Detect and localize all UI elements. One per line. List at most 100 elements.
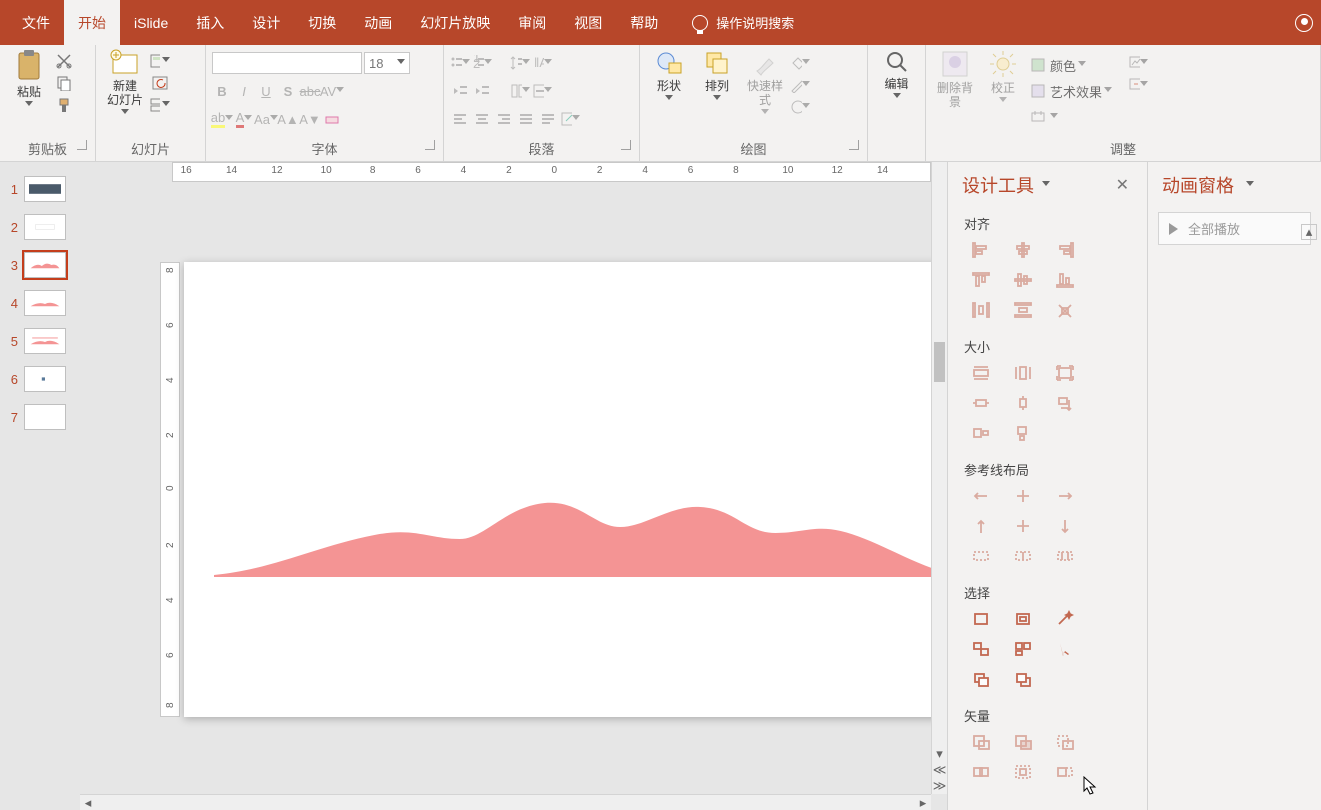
guide-left-icon[interactable] bbox=[962, 483, 1000, 509]
art-effects-button[interactable] bbox=[1028, 81, 1048, 101]
scroll-left-icon[interactable]: ◂ bbox=[80, 795, 96, 810]
bold-button[interactable]: B bbox=[212, 81, 232, 101]
shadow-button[interactable]: S bbox=[278, 81, 298, 101]
dialog-launcher-icon[interactable] bbox=[621, 140, 631, 150]
dialog-launcher-icon[interactable] bbox=[425, 140, 435, 150]
account-button[interactable] bbox=[1295, 0, 1313, 45]
slide-thumbnail-3[interactable] bbox=[24, 252, 66, 278]
vertical-scrollbar[interactable]: ▾ ≪ ≫ bbox=[931, 162, 947, 794]
font-color-button[interactable]: A bbox=[234, 109, 254, 129]
guide-grid3-icon[interactable] bbox=[1046, 543, 1084, 569]
reset-picture-button[interactable] bbox=[1128, 75, 1148, 95]
align-center-button[interactable] bbox=[472, 109, 492, 129]
paste-button[interactable]: 粘贴 bbox=[6, 47, 52, 111]
tab-islide[interactable]: iSlide bbox=[120, 0, 182, 45]
scale-h-icon[interactable] bbox=[1004, 420, 1042, 446]
align-middle-icon[interactable] bbox=[1004, 267, 1042, 293]
highlight-button[interactable]: ab bbox=[212, 109, 232, 129]
scroll-up-icon[interactable]: ▴ bbox=[1301, 224, 1317, 240]
remove-bg-button[interactable]: 删除背景 bbox=[932, 47, 978, 111]
tab-review[interactable]: 审阅 bbox=[504, 0, 560, 45]
guide-center-icon[interactable] bbox=[1004, 483, 1042, 509]
prev-slide-icon[interactable]: ≪ bbox=[932, 762, 947, 778]
scroll-down-icon[interactable]: ▾ bbox=[932, 746, 947, 762]
mountain-shape[interactable] bbox=[214, 497, 947, 577]
compress-button[interactable] bbox=[1028, 107, 1048, 127]
select-back-icon[interactable] bbox=[1004, 666, 1042, 692]
align-text-button[interactable] bbox=[532, 81, 552, 101]
shape-effects-button[interactable] bbox=[790, 97, 810, 117]
justify-button[interactable] bbox=[516, 109, 536, 129]
line-spacing-button[interactable] bbox=[510, 53, 530, 73]
align-left-button[interactable] bbox=[450, 109, 470, 129]
arrange-button[interactable]: 排列 bbox=[694, 47, 740, 105]
find-button[interactable]: 编辑 bbox=[874, 47, 919, 103]
font-name-combo[interactable] bbox=[212, 52, 362, 74]
slide-thumbnail-5[interactable] bbox=[24, 328, 66, 354]
decrease-indent-button[interactable] bbox=[450, 81, 470, 101]
vector-fragment-icon[interactable] bbox=[1004, 759, 1042, 785]
tab-animation[interactable]: 动画 bbox=[350, 0, 406, 45]
vector-edit-icon[interactable] bbox=[1046, 759, 1084, 785]
guide-top-icon[interactable] bbox=[962, 513, 1000, 539]
smartart-button[interactable] bbox=[560, 109, 580, 129]
change-picture-button[interactable] bbox=[1128, 53, 1148, 73]
slide-thumbnail-pane[interactable]: 1 2 3 4 5 6 7 bbox=[0, 162, 80, 810]
same-height-icon[interactable] bbox=[1004, 360, 1042, 386]
play-all-button[interactable]: 全部播放 bbox=[1158, 212, 1311, 245]
tab-design[interactable]: 设计 bbox=[238, 0, 294, 45]
vector-subtract-icon[interactable] bbox=[1046, 729, 1084, 755]
tab-insert[interactable]: 插入 bbox=[182, 0, 238, 45]
slide-thumbnail-7[interactable] bbox=[24, 404, 66, 430]
close-icon[interactable]: ✕ bbox=[1112, 175, 1133, 195]
guide-middle-icon[interactable] bbox=[1004, 513, 1042, 539]
shapes-button[interactable]: 形状 bbox=[646, 47, 692, 105]
bullets-button[interactable] bbox=[450, 53, 470, 73]
columns-button[interactable] bbox=[510, 81, 530, 101]
distribute-h-icon[interactable] bbox=[962, 297, 1000, 323]
tab-home[interactable]: 开始 bbox=[64, 0, 120, 45]
guide-right-icon[interactable] bbox=[1046, 483, 1084, 509]
new-slide-button[interactable]: 新建 幻灯片 bbox=[102, 47, 148, 119]
slide-thumbnail-2[interactable] bbox=[24, 214, 66, 240]
distribute-v-icon[interactable] bbox=[1004, 297, 1042, 323]
tab-transition[interactable]: 切换 bbox=[294, 0, 350, 45]
select-group-icon[interactable] bbox=[962, 636, 1000, 662]
text-direction-button[interactable]: ‖A bbox=[532, 53, 552, 73]
next-slide-icon[interactable]: ≫ bbox=[932, 778, 947, 794]
swap-size-icon[interactable] bbox=[1046, 390, 1084, 416]
same-width-icon[interactable] bbox=[962, 360, 1000, 386]
increase-indent-button[interactable] bbox=[472, 81, 492, 101]
select-similar-icon[interactable] bbox=[1004, 636, 1042, 662]
cut-button[interactable] bbox=[54, 51, 74, 71]
align-top-icon[interactable] bbox=[962, 267, 1000, 293]
scrollbar-thumb[interactable] bbox=[934, 342, 945, 382]
guide-grid1-icon[interactable] bbox=[962, 543, 1000, 569]
select-magic-icon[interactable] bbox=[1046, 606, 1084, 632]
select-front-icon[interactable] bbox=[962, 666, 1000, 692]
select-crop-icon[interactable] bbox=[1004, 606, 1042, 632]
corrections-button[interactable]: 校正 bbox=[980, 47, 1026, 107]
underline-button[interactable]: U bbox=[256, 81, 276, 101]
dialog-launcher-icon[interactable] bbox=[849, 140, 859, 150]
tab-view[interactable]: 视图 bbox=[560, 0, 616, 45]
vector-intersect-icon[interactable] bbox=[1004, 729, 1042, 755]
width-to-icon[interactable] bbox=[962, 390, 1000, 416]
change-case-button[interactable]: Aa bbox=[256, 109, 276, 129]
slide-thumbnail-6[interactable] bbox=[24, 366, 66, 392]
slide-thumbnail-1[interactable] bbox=[24, 176, 66, 202]
shape-outline-button[interactable] bbox=[790, 75, 810, 95]
shrink-font-button[interactable]: A▼ bbox=[300, 109, 320, 129]
distribute-button[interactable] bbox=[538, 109, 558, 129]
chevron-down-icon[interactable] bbox=[1042, 181, 1050, 189]
vector-combine-icon[interactable] bbox=[962, 759, 1000, 785]
horizontal-scrollbar[interactable]: ◂ ▸ bbox=[80, 794, 931, 810]
select-rect-icon[interactable] bbox=[962, 606, 1000, 632]
tab-slideshow[interactable]: 幻灯片放映 bbox=[406, 0, 504, 45]
chevron-down-icon[interactable] bbox=[1246, 181, 1254, 189]
strike-button[interactable]: abc bbox=[300, 81, 320, 101]
align-left-icon[interactable] bbox=[962, 237, 1000, 263]
vector-union-icon[interactable] bbox=[962, 729, 1000, 755]
align-snap-icon[interactable] bbox=[1046, 297, 1084, 323]
slide-canvas[interactable] bbox=[184, 262, 947, 717]
